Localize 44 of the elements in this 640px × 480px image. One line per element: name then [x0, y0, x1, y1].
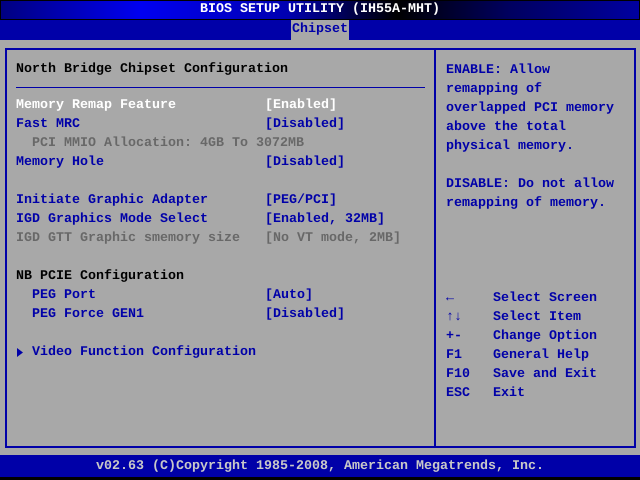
key-action: Exit [493, 385, 526, 403]
window-title: BIOS SETUP UTILITY (IH55A-MHT) [200, 1, 440, 19]
section-title: North Bridge Chipset Configuration [16, 61, 289, 78]
key-name: ← [446, 290, 455, 308]
key-name: ESC [446, 385, 471, 403]
tab[interactable]: Chipset [291, 20, 349, 40]
key-action: Change Option [493, 328, 598, 346]
setting-label: PEG Port [32, 287, 97, 305]
key-action: Select Item [493, 309, 582, 327]
setting-value: [Enabled, 32MB] [265, 211, 385, 229]
key-name: F1 [446, 347, 463, 365]
setting-label: Memory Hole [16, 154, 105, 172]
setting-value: [Enabled] [265, 97, 337, 115]
setting-label: IGD GTT Graphic smemory size [16, 230, 241, 248]
info-text: PCI MMIO Allocation: 4GB To 3072MB [31, 135, 305, 153]
setting-row[interactable]: Fast MRC [Disabled] [16, 115, 425, 134]
setting-label: Memory Remap Feature [16, 97, 177, 115]
setting-value: [Auto] [265, 287, 313, 305]
submenu-item[interactable]: Video Function Configuration [16, 324, 425, 362]
key-action: Select Screen [493, 290, 598, 308]
setting-value: [Disabled] [265, 306, 345, 324]
copyright-text: v02.63 (C)Copyright 1985-2008, American Megatrends, Inc. [96, 458, 544, 474]
setting-label: IGD Graphics Mode Select [16, 211, 209, 229]
setting-value: [PEG/PCI] [265, 192, 337, 210]
key-name: ↑↓ [446, 309, 463, 327]
setting-row[interactable]: IGD Graphics Mode Select [Enabled, 32MB] [16, 210, 425, 229]
setting-label: PEG Force GEN1 [32, 306, 145, 324]
group-heading: NB PCIE Configuration [16, 268, 185, 286]
setting-value: [Disabled] [265, 116, 345, 134]
setting-label: Initiate Graphic Adapter [16, 192, 209, 210]
key-action: Save and Exit [493, 366, 598, 384]
help-text: DISABLE: Do not allow remapping of memory. [446, 176, 615, 213]
setting-value: [Disabled] [265, 154, 345, 172]
key-name: +- [446, 328, 463, 346]
setting-row[interactable]: PEG Force GEN1 [Disabled] [16, 305, 425, 324]
setting-label: Fast MRC [16, 116, 81, 134]
submenu-label: Video Function Configuration [32, 344, 256, 362]
setting-row[interactable]: PEG Port [Auto] [16, 286, 425, 305]
setting-row[interactable]: Initiate Graphic Adapter [PEG/PCI] [16, 172, 425, 210]
setting-value: [No VT mode, 2MB] [265, 230, 401, 248]
help-text: ENABLE: Allow remapping of overlapped PCI memory above the total physical memory. [446, 62, 615, 156]
key-action: General Help [493, 347, 590, 365]
key-name: F10 [446, 366, 471, 384]
setting-row[interactable]: Memory Hole [Disabled] [16, 153, 425, 172]
